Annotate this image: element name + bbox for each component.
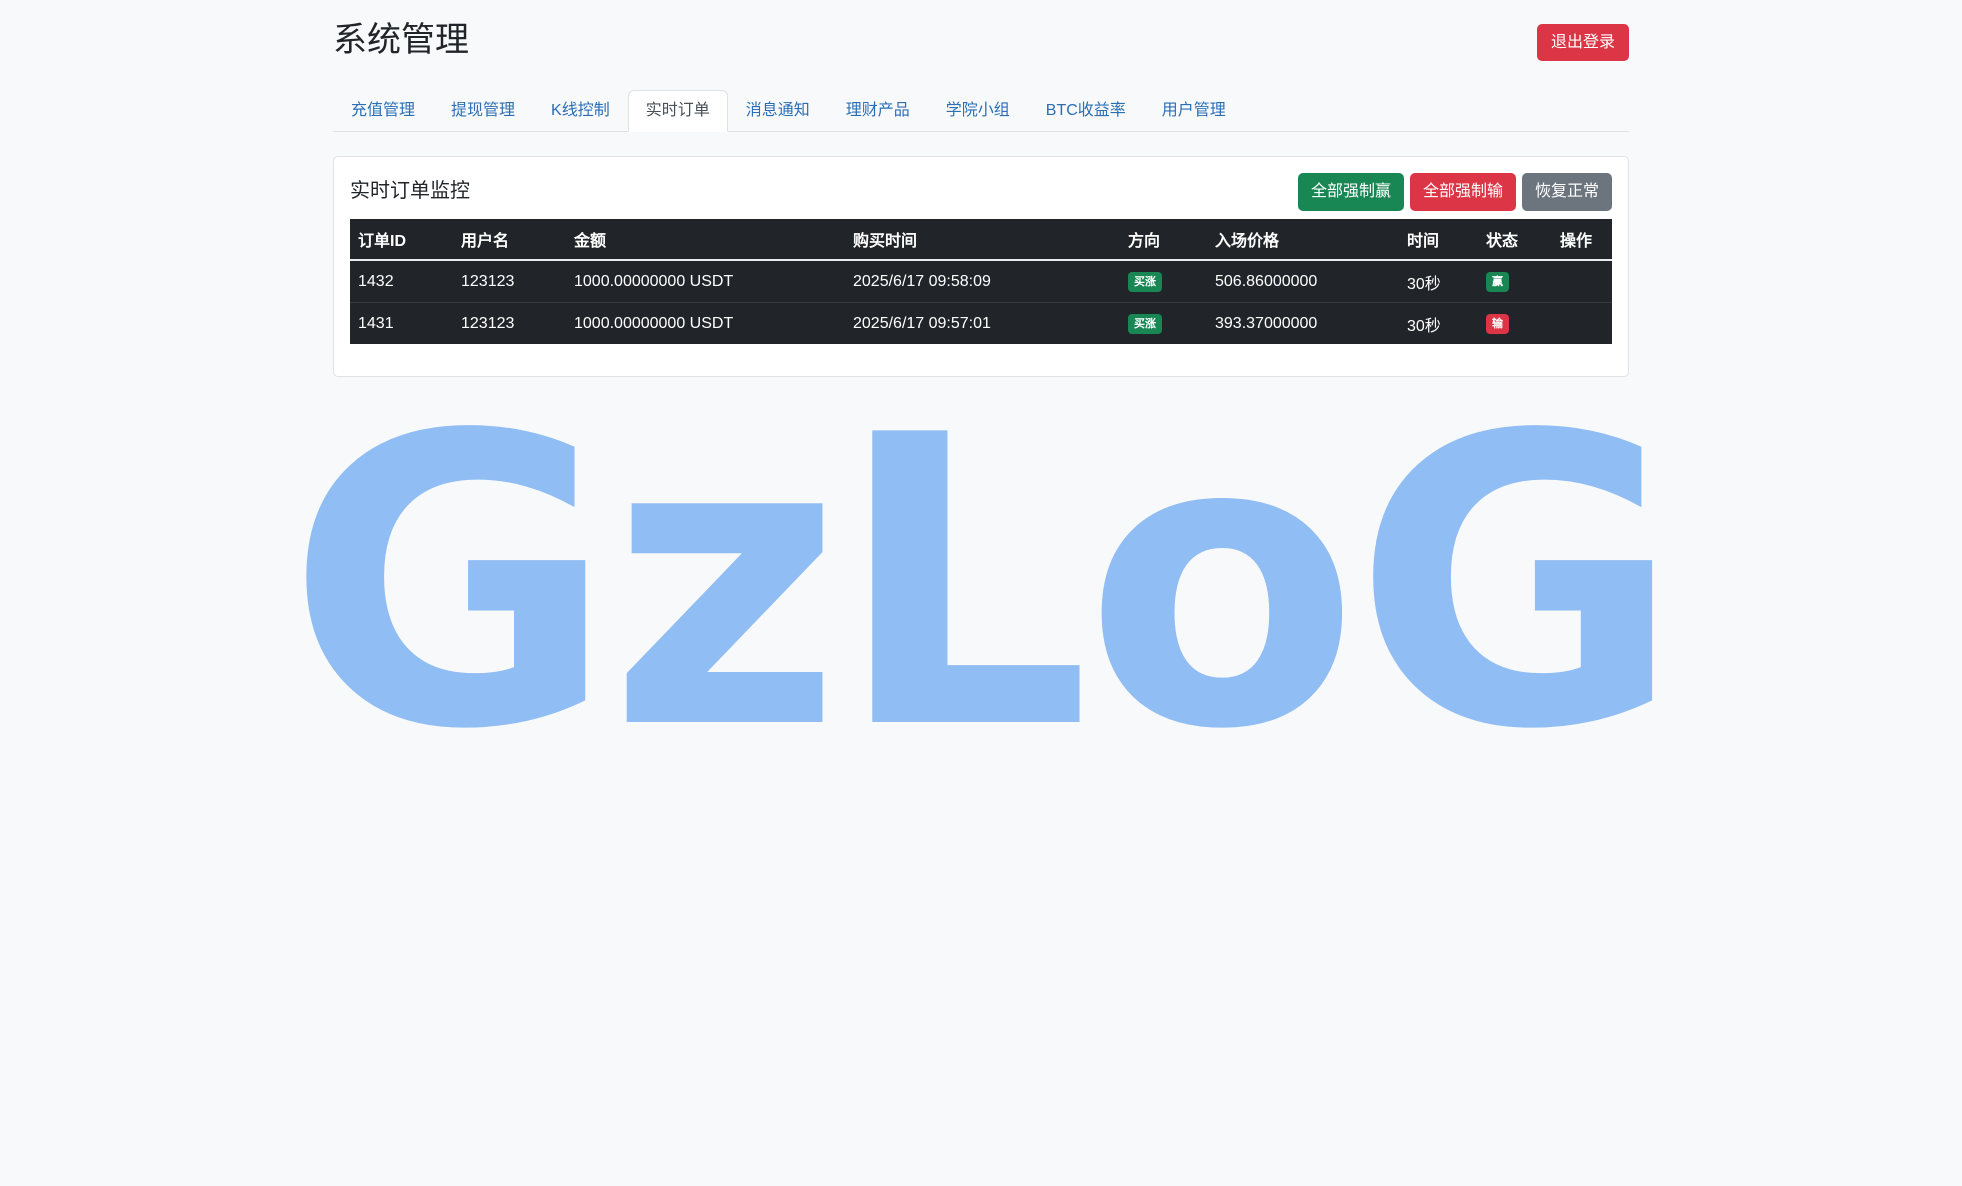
col-actions: 操作 — [1552, 219, 1612, 261]
tab-notifications[interactable]: 消息通知 — [728, 90, 828, 132]
panel-title: 实时订单监控 — [350, 180, 470, 202]
orders-table: 订单ID 用户名 金额 购买时间 方向 入场价格 时间 状态 操作 1432 1… — [350, 219, 1612, 344]
cell-entry-price: 393.37000000 — [1207, 302, 1399, 344]
cell-status: 赢 — [1478, 260, 1552, 303]
direction-badge: 买涨 — [1128, 271, 1162, 292]
cell-amount: 1000.00000000 USDT — [574, 272, 734, 290]
tab-products[interactable]: 理财产品 — [828, 90, 928, 132]
cell-direction: 买涨 — [1120, 260, 1207, 303]
tab-kline[interactable]: K线控制 — [533, 90, 628, 132]
col-status: 状态 — [1478, 219, 1552, 261]
table-row: 1432 123123 1000.00000000 USDT 2025/6/17… — [350, 260, 1612, 303]
cell-status: 输 — [1478, 302, 1552, 344]
table-row: 1431 123123 1000.00000000 USDT 2025/6/17… — [350, 302, 1612, 344]
tab-realtime-orders[interactable]: 实时订单 — [627, 90, 728, 132]
col-entry-price: 入场价格 — [1207, 219, 1399, 261]
cell-direction: 买涨 — [1120, 302, 1207, 344]
col-amount: 金额 — [566, 219, 845, 261]
cell-purchase-time: 2025/6/17 09:58:09 — [853, 272, 991, 290]
table-header-row: 订单ID 用户名 金额 购买时间 方向 入场价格 时间 状态 操作 — [350, 219, 1612, 261]
cell-amount: 1000.00000000 USDT — [566, 302, 845, 344]
logout-button[interactable]: 退出登录 — [1536, 24, 1629, 61]
cell-purchase-time: 2025/6/17 09:57:01 — [845, 302, 1120, 344]
tab-withdraw[interactable]: 提现管理 — [433, 90, 533, 132]
force-win-all-button[interactable]: 全部强制赢 — [1297, 173, 1404, 211]
header: 系统管理 退出登录 — [333, 0, 1629, 90]
tab-btc-yield[interactable]: BTC收益率 — [1028, 90, 1144, 132]
cell-order-id: 1432 — [358, 272, 394, 290]
direction-badge: 买涨 — [1128, 313, 1162, 334]
status-badge: 输 — [1486, 313, 1509, 334]
col-order-id: 订单ID — [350, 219, 453, 261]
cell-order-id: 1431 — [350, 302, 453, 344]
col-duration: 时间 — [1399, 219, 1478, 261]
force-lose-all-button[interactable]: 全部强制输 — [1409, 173, 1516, 211]
watermark-logo: GzLoG — [286, 352, 1681, 817]
cell-username: 123123 — [461, 272, 515, 290]
col-username: 用户名 — [453, 219, 566, 261]
cell-entry-price: 506.86000000 — [1215, 272, 1318, 290]
orders-panel: 实时订单监控 全部强制赢 全部强制输 恢复正常 订单ID 用户名 金额 购买时间… — [333, 156, 1629, 377]
page-title: 系统管理 — [333, 21, 469, 59]
cell-duration: 30秒 — [1399, 302, 1478, 344]
col-purchase-time: 购买时间 — [845, 219, 1120, 261]
cell-actions — [1552, 302, 1612, 344]
tab-academy[interactable]: 学院小组 — [928, 90, 1028, 132]
tab-users[interactable]: 用户管理 — [1144, 90, 1244, 132]
tab-recharge[interactable]: 充值管理 — [333, 90, 433, 132]
tab-bar: 充值管理 提现管理 K线控制 实时订单 消息通知 理财产品 学院小组 BTC收益… — [333, 90, 1629, 132]
col-direction: 方向 — [1120, 219, 1207, 261]
page-container: 系统管理 退出登录 充值管理 提现管理 K线控制 实时订单 消息通知 理财产品 … — [333, 0, 1629, 377]
restore-normal-button[interactable]: 恢复正常 — [1521, 173, 1612, 211]
panel-actions: 全部强制赢 全部强制输 恢复正常 — [1297, 173, 1612, 211]
status-badge: 赢 — [1486, 271, 1509, 292]
cell-username: 123123 — [453, 302, 566, 344]
cell-duration: 30秒 — [1407, 275, 1441, 293]
cell-actions — [1552, 260, 1612, 303]
